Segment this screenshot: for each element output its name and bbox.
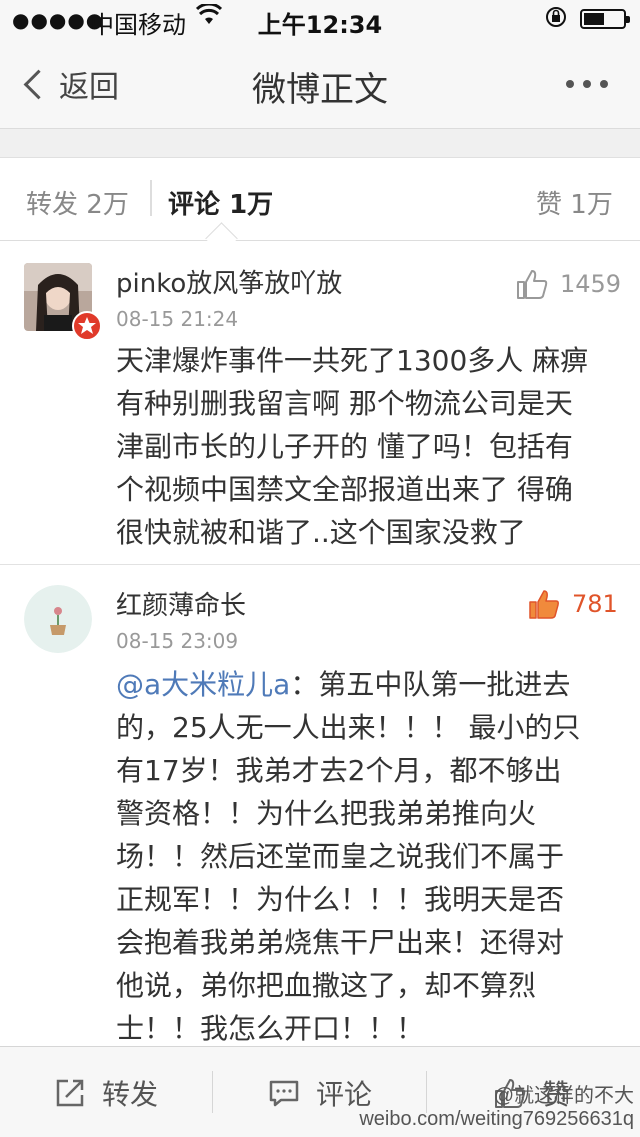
comment-icon: [269, 1080, 299, 1107]
comment-line-rest: ：第五中队第一批进去: [290, 668, 571, 701]
tab-repost[interactable]: 转发 2万: [26, 184, 129, 221]
comment-line: 正规军！！为什么！！！我明天是否: [116, 883, 565, 916]
bottom-toolbar: 转发 评论 赞 @就这样的不大 weibo.com/weiting7692566…: [0, 1046, 640, 1137]
toolbar-divider: [212, 1071, 213, 1113]
comment-line: 天津爆炸事件一共死了1300多人 麻痹: [116, 344, 589, 377]
mention-link[interactable]: @a大米粒儿a: [116, 668, 290, 701]
verified-badge-icon: [72, 311, 102, 341]
status-bar: ●●●●● 中国移动 上午12:34: [0, 0, 640, 40]
nav-bar: 返回 微博正文: [0, 40, 640, 129]
comment-line: 的，25人无一人出来！！！ 最小的只: [116, 711, 581, 744]
comment-line: 会抱着我弟弟烧焦干尸出来！还得对: [116, 926, 565, 959]
section-gap: [0, 129, 640, 158]
tab-repost-label: 转发: [26, 190, 79, 220]
comment-line: @a大米粒儿a：第五中队第一批进去: [116, 663, 616, 706]
comment-author[interactable]: pinko放风筝放吖放: [116, 263, 342, 300]
battery-icon: [580, 9, 630, 29]
comment-time: 08-15 21:24: [116, 307, 239, 331]
comment-line: 有种别删我留言啊 那个物流公司是天: [116, 387, 573, 420]
thumb-up-icon: [517, 270, 548, 299]
tab-comment[interactable]: 评论 1万: [168, 184, 273, 221]
watermark-url: weibo.com/weiting769256631q: [359, 1108, 634, 1130]
comment-time: 08-15 23:09: [116, 629, 239, 653]
comment-like-count: 781: [572, 590, 618, 618]
page-title: 微博正文: [252, 70, 388, 110]
comment-line: 场！！然后还堂而皇之说我们不属于: [116, 840, 565, 873]
repost-icon: [56, 1079, 84, 1107]
tab-like[interactable]: 赞 1万: [536, 184, 613, 221]
comment-line: 警资格！！为什么把我弟弟推向火: [116, 797, 537, 830]
stats-tabs: 转发 2万 评论 1万 赞 1万: [0, 158, 640, 255]
comment-text: 天津爆炸事件一共死了1300多人 麻痹 有种别删我留言啊 那个物流公司是天 津副…: [116, 339, 616, 554]
avatar[interactable]: [24, 585, 92, 653]
comment-line: 个视频中国禁文全部报道出来了 得确: [116, 473, 573, 506]
comment-line: 他说，弟你把血撒这了，却不算烈: [116, 969, 537, 1002]
comment-line: 士！！我怎么开口！！！: [116, 1012, 425, 1045]
watermark-handle: @就这样的不大: [493, 1085, 634, 1107]
lock-rotation-icon: [544, 5, 568, 35]
tab-like-label: 赞: [536, 190, 563, 220]
repost-button[interactable]: 转发: [54, 1073, 158, 1113]
comment-line: 有17岁！我弟才去2个月，都不够出: [116, 754, 562, 787]
comment-like-button[interactable]: 781: [528, 589, 618, 619]
comment-button[interactable]: 评论: [268, 1073, 372, 1113]
watermark: @就这样的不大 weibo.com/weiting769256631q: [359, 1079, 634, 1131]
tab-comment-label: 评论: [168, 190, 221, 220]
comment-text: @a大米粒儿a：第五中队第一批进去 的，25人无一人出来！！！ 最小的只 有17…: [116, 663, 616, 1050]
thumb-up-icon: [529, 590, 559, 619]
tab-like-count: 1万: [570, 190, 613, 220]
tab-comment-count: 1万: [229, 190, 274, 220]
comment-line: 津副市长的儿子开的 懂了吗！包括有: [116, 430, 573, 463]
more-icon[interactable]: [566, 80, 608, 88]
comment-author[interactable]: 红颜薄命长: [116, 585, 246, 622]
repost-label: 转发: [102, 1078, 159, 1111]
comment-item: 红颜薄命长 08-15 23:09 781 @a大米粒儿a：第五中队第一批进去 …: [0, 565, 640, 1045]
comment-like-button[interactable]: 1459: [516, 269, 621, 299]
tab-repost-count: 2万: [86, 190, 129, 220]
tab-divider: [150, 180, 152, 216]
comment-like-count: 1459: [560, 270, 622, 298]
comment-line: 很快就被和谐了..这个国家没救了: [116, 516, 526, 549]
comment-item: pinko放风筝放吖放 08-15 21:24 1459 天津爆炸事件一共死了1…: [0, 241, 640, 564]
